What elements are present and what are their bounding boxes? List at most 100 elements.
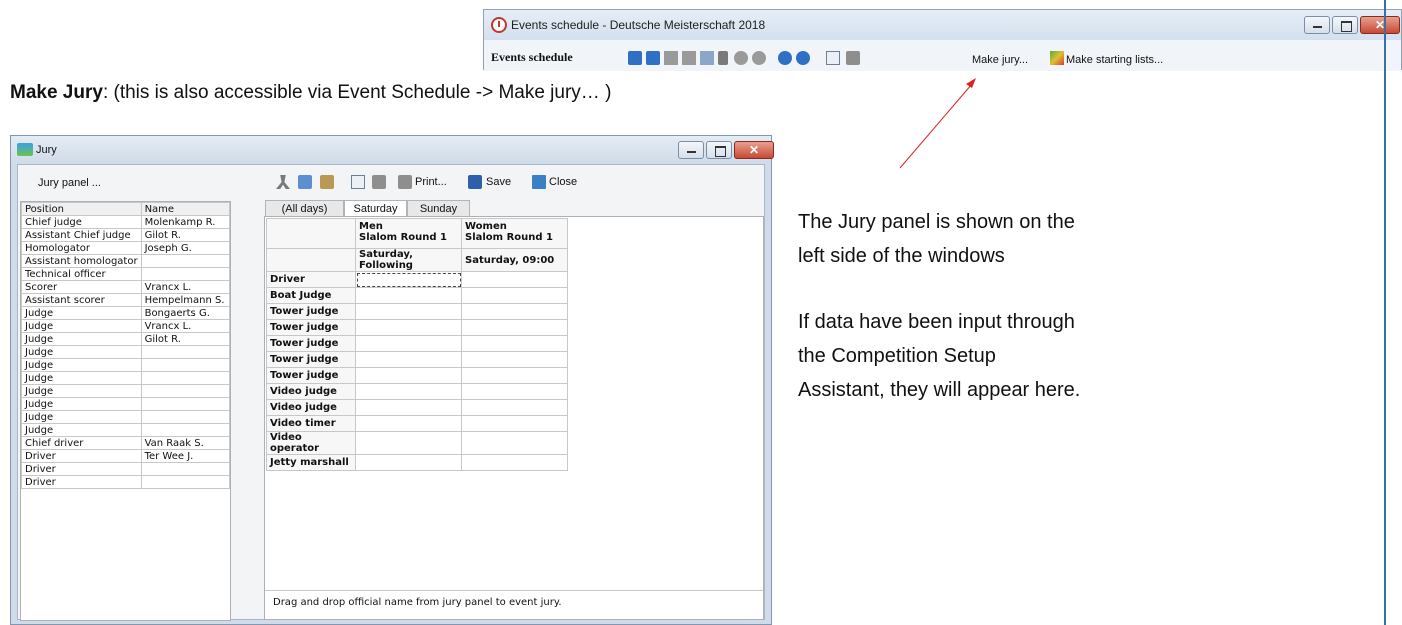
event-jury-slot[interactable] [461, 319, 568, 336]
make-starting-lists-button[interactable]: Make starting lists... [1066, 54, 1163, 66]
event-jury-slot[interactable] [355, 271, 462, 288]
event-jury-slot[interactable] [461, 415, 568, 432]
panel-name-cell[interactable] [140, 410, 231, 424]
event-jury-slot[interactable] [355, 415, 462, 432]
jury-panel-row[interactable]: Judge [21, 410, 231, 424]
panel-name-cell[interactable]: Joseph G. [140, 241, 231, 255]
panel-name-cell[interactable]: Vrancx L. [140, 280, 231, 294]
event-jury-slot[interactable] [461, 383, 568, 400]
event-jury-slot[interactable] [461, 335, 568, 352]
last-icon[interactable] [682, 51, 696, 65]
jury-panel-row[interactable]: Assistant scorer Hempelmann S. [21, 293, 231, 307]
move-up-icon[interactable] [778, 51, 792, 65]
panel-name-cell[interactable] [140, 475, 231, 489]
jury-window: Jury Jury panel ... Print... Save Close [10, 135, 774, 625]
tab-sunday[interactable]: Sunday [407, 200, 470, 217]
jury-panel-row[interactable]: Homologator Joseph G. [21, 241, 231, 255]
jury-panel-row[interactable]: Judge [21, 358, 231, 372]
panel-name-cell[interactable] [140, 358, 231, 372]
previous-icon[interactable] [646, 51, 660, 65]
panel-name-cell[interactable]: Bongaerts G. [140, 306, 231, 320]
event-role-row: Tower judge [266, 351, 568, 368]
panel-name-cell[interactable]: Van Raak S. [140, 436, 231, 450]
event-jury-slot[interactable] [461, 271, 568, 288]
copy-icon[interactable] [298, 175, 312, 189]
confirm-icon[interactable] [752, 51, 766, 65]
jury-panel-row[interactable]: Chief driver Van Raak S. [21, 436, 231, 450]
panel-name-cell[interactable] [140, 345, 231, 359]
first-icon[interactable] [628, 51, 642, 65]
event-jury-slot[interactable] [355, 303, 462, 320]
jury-panel-row[interactable]: Judge Gilot R. [21, 332, 231, 346]
preview-icon[interactable] [351, 175, 365, 189]
panel-name-cell[interactable] [140, 384, 231, 398]
printer-icon[interactable] [846, 51, 860, 65]
preview-icon[interactable] [826, 51, 840, 65]
event-jury-area: Men Slalom Round 1 Women Slalom Round 1 Sa… [264, 216, 764, 620]
jury-panel-row[interactable]: Assistant Chief judge Gilot R. [21, 228, 231, 242]
jury-panel-row[interactable]: Driver [21, 475, 231, 489]
panel-name-cell[interactable]: Gilot R. [140, 332, 231, 346]
make-jury-button[interactable]: Make jury... [972, 54, 1028, 66]
panel-name-cell[interactable] [140, 371, 231, 385]
event-jury-slot[interactable] [355, 351, 462, 368]
jury-panel-row[interactable]: Judge [21, 423, 231, 437]
jury-panel-row[interactable]: Judge Vrancx L. [21, 319, 231, 333]
trash-icon[interactable] [718, 51, 728, 65]
jury-panel-row[interactable]: Judge [21, 397, 231, 411]
move-down-icon[interactable] [796, 51, 810, 65]
jury-close-window-button[interactable] [734, 141, 774, 159]
panel-name-cell[interactable] [140, 254, 231, 268]
event-jury-slot[interactable] [355, 431, 462, 455]
event-jury-slot[interactable] [461, 367, 568, 384]
event-jury-slot[interactable] [461, 351, 568, 368]
tab-saturday[interactable]: Saturday [344, 200, 407, 217]
jury-panel-row[interactable]: Judge Bongaerts G. [21, 306, 231, 320]
save-button[interactable]: Save [486, 176, 511, 188]
event-jury-slot[interactable] [461, 287, 568, 304]
paste-icon[interactable] [320, 175, 334, 189]
cancel-icon[interactable] [734, 51, 748, 65]
close-button[interactable] [1360, 16, 1400, 34]
event-jury-slot[interactable] [355, 367, 462, 384]
print-button[interactable]: Print... [415, 176, 447, 188]
jury-panel-row[interactable]: Technical officer [21, 267, 231, 281]
tab-all-days[interactable]: (All days) [265, 200, 344, 217]
panel-name-cell[interactable]: Hempelmann S. [140, 293, 231, 307]
new-document-icon[interactable] [700, 51, 714, 65]
event-jury-slot[interactable] [461, 303, 568, 320]
jury-maximize-button[interactable] [706, 141, 732, 159]
panel-name-cell[interactable] [140, 397, 231, 411]
jury-minimize-button[interactable] [678, 141, 704, 159]
event-jury-slot[interactable] [461, 431, 568, 455]
panel-name-cell[interactable]: Vrancx L. [140, 319, 231, 333]
jury-panel-row[interactable]: Assistant homologator [21, 254, 231, 268]
panel-name-cell[interactable]: Gilot R. [140, 228, 231, 242]
jury-panel-row[interactable]: Driver [21, 462, 231, 476]
next-icon[interactable] [664, 51, 678, 65]
panel-name-cell[interactable]: Ter Wee J. [140, 449, 231, 463]
event-jury-slot[interactable] [355, 335, 462, 352]
jury-panel-row[interactable]: Driver Ter Wee J. [21, 449, 231, 463]
jury-panel-row[interactable]: Judge [21, 384, 231, 398]
jury-panel-row[interactable]: Chief judge Molenkamp R. [21, 215, 231, 229]
cut-icon[interactable] [276, 175, 290, 189]
printer-icon[interactable] [372, 175, 386, 189]
event-jury-slot[interactable] [355, 399, 462, 416]
panel-name-cell[interactable] [140, 423, 231, 437]
event-jury-slot[interactable] [461, 399, 568, 416]
minimize-button[interactable] [1304, 16, 1330, 34]
jury-panel-row[interactable]: Scorer Vrancx L. [21, 280, 231, 294]
maximize-button[interactable] [1332, 16, 1358, 34]
jury-panel-row[interactable]: Judge [21, 345, 231, 359]
event-jury-slot[interactable] [355, 287, 462, 304]
event-jury-slot[interactable] [355, 319, 462, 336]
panel-name-cell[interactable] [140, 462, 231, 476]
jury-panel-row[interactable]: Judge [21, 371, 231, 385]
panel-name-cell[interactable]: Molenkamp R. [140, 215, 231, 229]
close-button[interactable]: Close [549, 176, 577, 188]
panel-name-cell[interactable] [140, 267, 231, 281]
event-jury-slot[interactable] [461, 454, 568, 471]
event-jury-slot[interactable] [355, 383, 462, 400]
event-jury-slot[interactable] [355, 454, 462, 471]
